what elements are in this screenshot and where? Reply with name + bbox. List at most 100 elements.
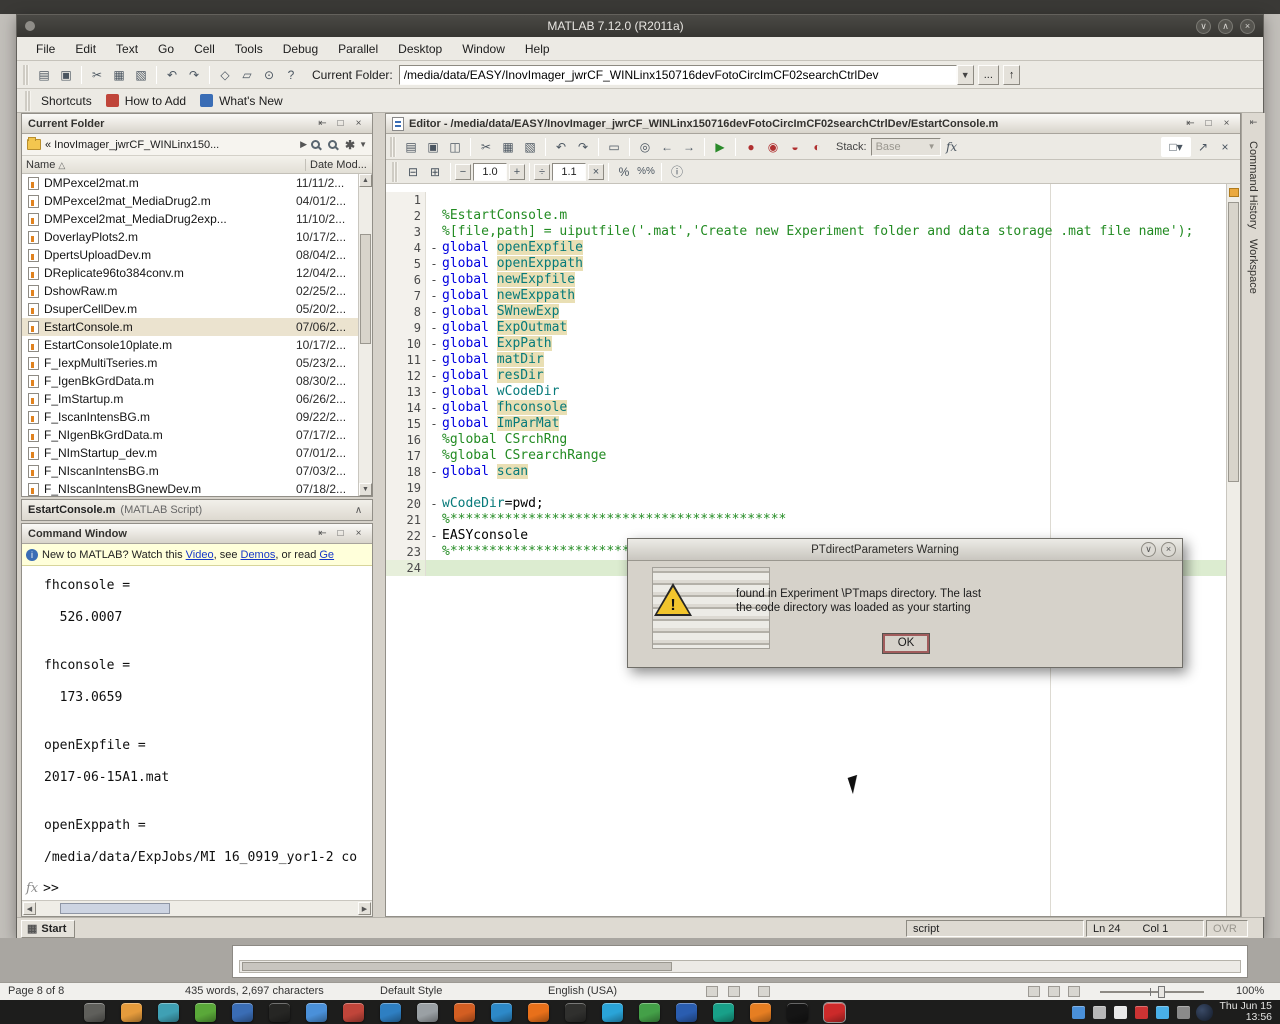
- menu-cell[interactable]: Cell: [185, 39, 224, 59]
- taskbar-app-icon-14[interactable]: [565, 1003, 586, 1022]
- divide-value-button[interactable]: ÷: [534, 164, 550, 180]
- close-panel-icon[interactable]: ×: [1219, 117, 1234, 131]
- code-line-21[interactable]: 21%*************************************…: [386, 512, 1226, 528]
- edit-mode-icon[interactable]: [706, 986, 718, 997]
- code-line-20[interactable]: 20-wCodeDir=pwd;: [386, 496, 1226, 512]
- selection-mode-icon[interactable]: [728, 986, 740, 997]
- menu-desktop[interactable]: Desktop: [389, 39, 451, 59]
- code-line-11[interactable]: 11-global matDir: [386, 352, 1226, 368]
- new-icon[interactable]: ▤: [401, 137, 421, 157]
- menu-file[interactable]: File: [27, 39, 64, 59]
- taskbar-app-icon-7[interactable]: [306, 1003, 327, 1022]
- cell-next-icon[interactable]: ⊞: [425, 162, 445, 182]
- current-folder-dropdown-icon[interactable]: ▼: [957, 65, 974, 85]
- editor-scrollbar[interactable]: [1226, 184, 1240, 916]
- titlebar[interactable]: MATLAB 7.12.0 (R2011a) ∨ ∧ ×: [17, 15, 1263, 37]
- code-line-4[interactable]: 4-global openExpfile: [386, 240, 1226, 256]
- taskbar-app-icon-21[interactable]: [824, 1003, 845, 1022]
- code-line-16[interactable]: 16%global CSrchRng: [386, 432, 1226, 448]
- taskbar-app-icon-20[interactable]: [787, 1003, 808, 1022]
- taskbar-app-icon-12[interactable]: [491, 1003, 512, 1022]
- run-icon[interactable]: ▶: [710, 137, 730, 157]
- file-list-scrollbar[interactable]: ▲ ▼: [358, 174, 372, 496]
- up-folder-button[interactable]: ↑: [1003, 65, 1021, 85]
- view-multi-page-icon[interactable]: [1048, 986, 1060, 997]
- browse-button[interactable]: ...: [978, 65, 999, 85]
- menu-tools[interactable]: Tools: [226, 39, 272, 59]
- banner-link[interactable]: Ge: [319, 549, 334, 561]
- undock-editor-icon[interactable]: ↗: [1193, 137, 1213, 157]
- bp-clear-icon[interactable]: ●: [741, 137, 761, 157]
- open-icon[interactable]: ▣: [423, 137, 443, 157]
- breadcrumb[interactable]: « InovImager_jwrCF_WINLinx150...: [45, 139, 296, 151]
- tray-icon-6[interactable]: [1177, 1006, 1190, 1019]
- tray-icon-5[interactable]: [1156, 1006, 1169, 1019]
- dock-icon[interactable]: ⇤: [315, 527, 330, 541]
- scrollbar-thumb[interactable]: [360, 234, 371, 344]
- close-editor-icon[interactable]: ×: [1215, 137, 1235, 157]
- tab-command-history[interactable]: Command History: [1247, 141, 1259, 229]
- paste-icon[interactable]: ▧: [520, 137, 540, 157]
- taskbar-app-icon-13[interactable]: [528, 1003, 549, 1022]
- paste-icon[interactable]: ▧: [131, 65, 151, 85]
- file-row[interactable]: DoverlayPlots2.m10/17/2...: [22, 228, 358, 246]
- zoom-level[interactable]: 100%: [1236, 985, 1264, 997]
- menu-window[interactable]: Window: [453, 39, 514, 59]
- fx-hint-icon[interactable]: fx: [26, 881, 38, 896]
- file-row[interactable]: F_IscanIntensBG.m09/22/2...: [22, 408, 358, 426]
- save-icon[interactable]: ◫: [445, 137, 465, 157]
- taskbar-clock[interactable]: Thu Jun 15 13:56: [1219, 1001, 1272, 1023]
- menu-debug[interactable]: Debug: [274, 39, 327, 59]
- shade-button[interactable]: ∨: [1196, 19, 1211, 34]
- dock-icon[interactable]: ⇤: [1246, 117, 1262, 131]
- page-indicator[interactable]: Page 8 of 8: [8, 985, 64, 997]
- taskbar-app-icon-2[interactable]: [121, 1003, 142, 1022]
- gear-icon[interactable]: ✱: [345, 138, 355, 152]
- code-line-3[interactable]: 3%[file,path] = uiputfile('.mat','Create…: [386, 224, 1226, 240]
- code-line-13[interactable]: 13-global wCodeDir: [386, 384, 1226, 400]
- menu-help[interactable]: Help: [516, 39, 559, 59]
- scrollbar-thumb[interactable]: [1228, 202, 1239, 482]
- column-date-modified[interactable]: Date Mod...: [306, 159, 368, 171]
- command-window-hscrollbar[interactable]: ◀ ▶: [22, 900, 372, 916]
- open-file-icon[interactable]: ▣: [56, 65, 76, 85]
- column-name[interactable]: Name: [26, 159, 55, 171]
- scrollbar-thumb[interactable]: [242, 962, 672, 971]
- shortcut-how-to-add[interactable]: How to Add: [125, 94, 186, 108]
- comment-percent-icon[interactable]: %: [614, 162, 634, 182]
- file-row[interactable]: F_NIgenBkGrdData.m07/17/2...: [22, 426, 358, 444]
- moon-icon[interactable]: [1196, 1004, 1213, 1021]
- document-modified-icon[interactable]: [758, 986, 770, 997]
- close-button[interactable]: ×: [1240, 19, 1255, 34]
- shortcut-whats-new[interactable]: What's New: [219, 94, 283, 108]
- tray-icon-2[interactable]: [1093, 1006, 1106, 1019]
- taskbar-app-icon-11[interactable]: [454, 1003, 475, 1022]
- file-row[interactable]: F_NIscanIntensBGnewDev.m07/18/2...: [22, 480, 358, 496]
- command-prompt[interactable]: fx>>: [26, 881, 59, 896]
- file-row[interactable]: F_NImStartup_dev.m07/01/2...: [22, 444, 358, 462]
- file-row[interactable]: DMPexcel2mat.m11/11/2...: [22, 174, 358, 192]
- redo-icon[interactable]: ↷: [184, 65, 204, 85]
- scroll-up-icon[interactable]: ▲: [359, 174, 372, 187]
- code-line-1[interactable]: 1: [386, 192, 1226, 208]
- bp-set-icon[interactable]: ◉: [763, 137, 783, 157]
- dock-icon[interactable]: ⇤: [315, 117, 330, 131]
- ok-button[interactable]: OK: [882, 633, 930, 654]
- guide-icon[interactable]: ▱: [237, 65, 257, 85]
- zoom-slider[interactable]: [1100, 991, 1204, 993]
- menu-text[interactable]: Text: [107, 39, 147, 59]
- zoom-slider-thumb[interactable]: [1158, 986, 1165, 998]
- search-icon[interactable]: [311, 140, 320, 149]
- taskbar-app-icon-10[interactable]: [417, 1003, 438, 1022]
- code-line-15[interactable]: 15-global ImParMat: [386, 416, 1226, 432]
- profiler-icon[interactable]: ⊙: [259, 65, 279, 85]
- new-script-icon[interactable]: ▤: [34, 65, 54, 85]
- taskbar-app-icon-18[interactable]: [713, 1003, 734, 1022]
- taskbar-app-icon-17[interactable]: [676, 1003, 697, 1022]
- file-row[interactable]: DsuperCellDev.m05/20/2...: [22, 300, 358, 318]
- view-single-page-icon[interactable]: [1028, 986, 1040, 997]
- taskbar-app-icon-9[interactable]: [380, 1003, 401, 1022]
- file-row[interactable]: F_IgenBkGrdData.m08/30/2...: [22, 372, 358, 390]
- tray-icon-4[interactable]: [1135, 1006, 1148, 1019]
- multiply-value-button[interactable]: ×: [588, 164, 604, 180]
